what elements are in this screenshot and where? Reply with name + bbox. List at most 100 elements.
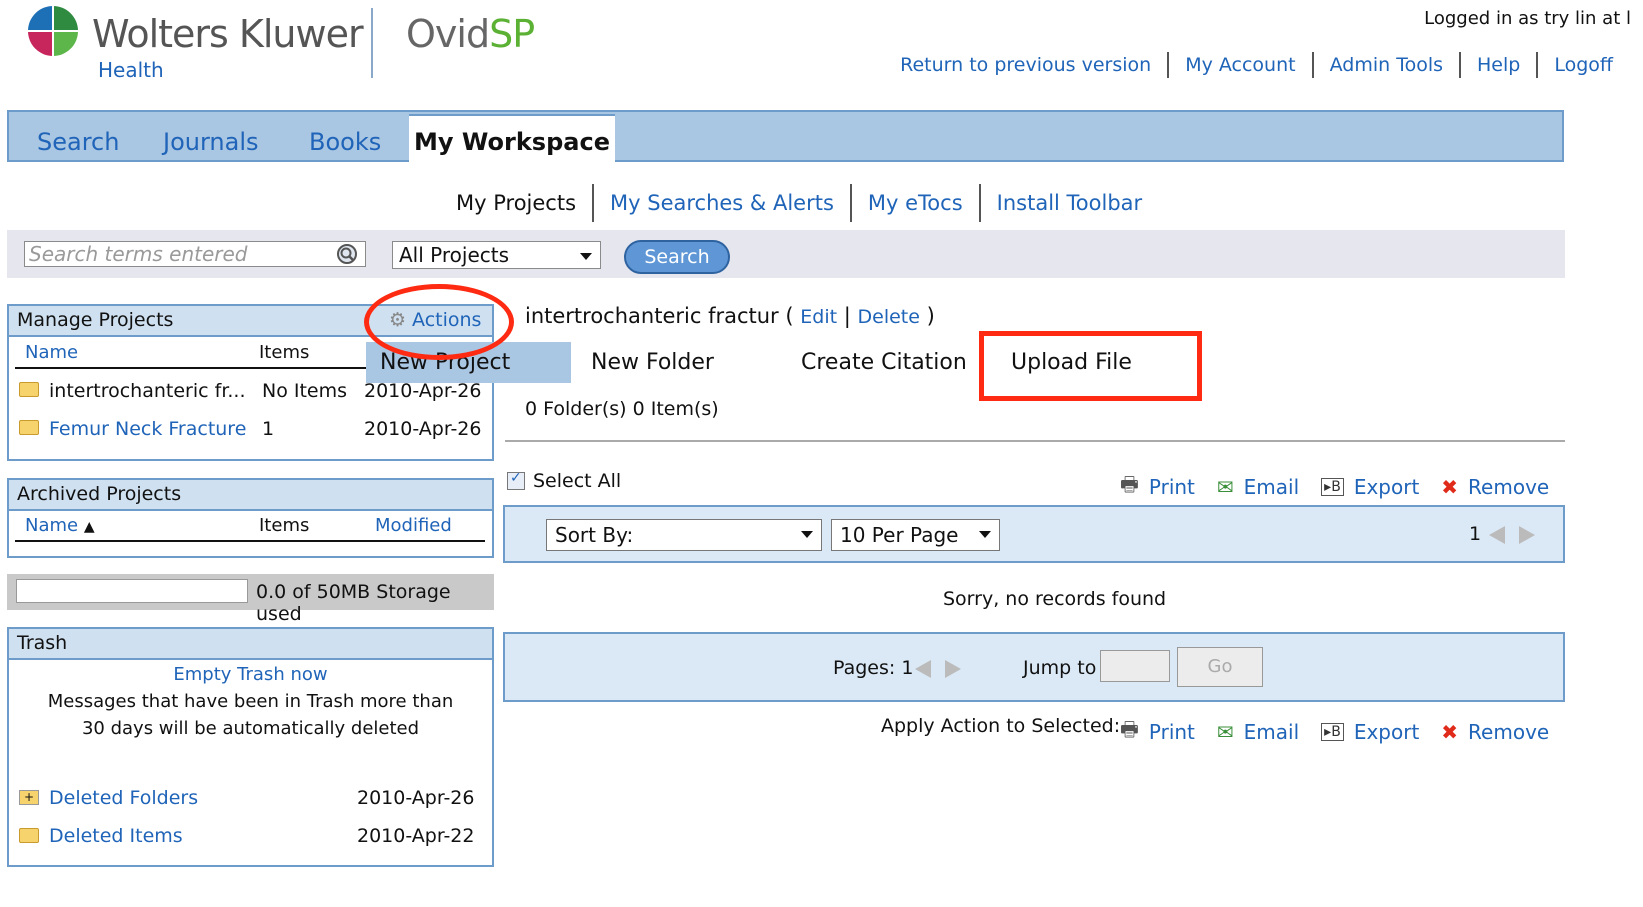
- next-page-icon[interactable]: [945, 660, 961, 682]
- menu-new-folder[interactable]: New Folder: [591, 350, 714, 375]
- archived-col-items: Items: [259, 515, 310, 536]
- page-number: 1: [1469, 523, 1482, 545]
- go-button[interactable]: Go: [1177, 647, 1263, 687]
- storage-bar: 0.0 of 50MB Storage used: [7, 574, 494, 625]
- delete-project-link[interactable]: Delete: [858, 306, 920, 328]
- remove-label: Remove: [1468, 475, 1550, 499]
- per-page-value: 10 Per Page: [840, 523, 959, 547]
- archived-col-modified[interactable]: Modified: [375, 515, 452, 536]
- bottom-action-toolbar: 🖶 Print ✉ Email ▸B Export ✖ Remove: [1120, 715, 1549, 749]
- logged-in-status: Logged in as try lin at l: [1424, 8, 1631, 29]
- remove-label: Remove: [1468, 720, 1550, 744]
- paren-close: ): [926, 304, 935, 328]
- edit-project-link[interactable]: Edit: [800, 306, 837, 328]
- sort-toolbar: Sort By: 10 Per Page 1: [503, 505, 1565, 563]
- workspace-subnav: My Projects My Searches & Alerts My eToc…: [440, 184, 1158, 222]
- print-button[interactable]: 🖶 Print: [1120, 715, 1195, 749]
- print-button[interactable]: 🖶 Print: [1120, 470, 1195, 504]
- export-label: Export: [1353, 720, 1420, 744]
- archived-projects-header: Archived Projects: [9, 480, 492, 511]
- project-row-date: 2010-Apr-26: [364, 418, 482, 440]
- email-icon: ✉: [1216, 720, 1234, 744]
- annotation-rectangle: [979, 331, 1202, 401]
- export-button[interactable]: ▸B Export: [1321, 470, 1419, 504]
- folder-icon: [19, 382, 39, 401]
- deleted-folders-link[interactable]: Deleted Folders: [49, 787, 198, 809]
- chevron-down-icon: [580, 253, 592, 260]
- remove-button[interactable]: ✖ Remove: [1441, 470, 1549, 504]
- sort-by-select[interactable]: Sort By:: [546, 519, 822, 551]
- tab-my-workspace[interactable]: My Workspace: [409, 114, 615, 168]
- header-divider: [371, 8, 373, 78]
- trash-header: Trash: [9, 629, 492, 660]
- printer-icon: 🖶: [1120, 472, 1139, 496]
- help-link[interactable]: Help: [1459, 52, 1536, 78]
- trash-message-line1: Messages that have been in Trash more th…: [47, 691, 454, 712]
- return-previous-version-link[interactable]: Return to previous version: [884, 52, 1167, 78]
- project-scope-value: All Projects: [399, 243, 509, 267]
- menu-create-citation[interactable]: Create Citation: [801, 350, 967, 375]
- trash-message-line2: 30 days will be automatically deleted: [81, 718, 420, 739]
- email-icon: ✉: [1216, 475, 1234, 499]
- per-page-select[interactable]: 10 Per Page: [831, 519, 1000, 551]
- remove-x-icon: ✖: [1441, 720, 1459, 744]
- tab-journals[interactable]: Journals: [163, 128, 259, 156]
- expand-plus-icon[interactable]: +: [19, 790, 39, 805]
- trash-title: Trash: [17, 632, 68, 654]
- chevron-down-icon: [979, 531, 991, 538]
- tab-books[interactable]: Books: [309, 128, 381, 156]
- col-items-header: Items: [259, 342, 310, 363]
- product-prefix: Ovid: [406, 12, 490, 56]
- project-row-name[interactable]: intertrochanteric fr...: [49, 380, 246, 402]
- wolters-kluwer-logo-icon: [28, 6, 78, 56]
- remove-x-icon: ✖: [1441, 475, 1459, 499]
- remove-button[interactable]: ✖ Remove: [1441, 715, 1549, 749]
- project-row-date: 2010-Apr-26: [364, 380, 482, 402]
- email-button[interactable]: ✉ Email: [1217, 715, 1299, 749]
- export-button[interactable]: ▸B Export: [1321, 715, 1419, 749]
- col-name-header[interactable]: Name: [25, 342, 78, 363]
- archived-col-name[interactable]: Name ▲: [25, 515, 95, 536]
- export-label: Export: [1353, 475, 1420, 499]
- header-links: Return to previous version My Account Ad…: [884, 52, 1629, 78]
- pages-label: Pages: 1: [833, 657, 914, 679]
- my-account-link[interactable]: My Account: [1167, 52, 1311, 78]
- archived-header-underline: [15, 540, 485, 542]
- prev-page-icon[interactable]: [915, 660, 931, 682]
- pager-bar: Pages: 1 Jump to: [503, 632, 1565, 702]
- logoff-link[interactable]: Logoff: [1536, 52, 1629, 78]
- sort-ascending-icon: ▲: [83, 519, 95, 535]
- storage-text: 0.0 of 50MB Storage used: [256, 581, 451, 625]
- trash-panel: Trash Empty Trash now Messages that have…: [7, 627, 494, 867]
- next-page-icon[interactable]: [1519, 526, 1535, 548]
- prev-page-icon[interactable]: [1489, 526, 1505, 548]
- project-title: intertrochanteric fractur: [525, 304, 779, 328]
- magnifier-icon[interactable]: [336, 243, 358, 265]
- search-input[interactable]: Search terms entered: [24, 241, 366, 267]
- subnav-my-searches-alerts[interactable]: My Searches & Alerts: [592, 184, 850, 222]
- select-all[interactable]: Select All: [507, 470, 621, 492]
- export-icon: ▸B: [1321, 723, 1344, 741]
- email-button[interactable]: ✉ Email: [1217, 470, 1299, 504]
- print-label: Print: [1148, 720, 1195, 744]
- search-button[interactable]: Search: [624, 240, 730, 274]
- subnav-install-toolbar[interactable]: Install Toolbar: [978, 184, 1159, 222]
- email-label: Email: [1243, 720, 1300, 744]
- export-icon: ▸B: [1321, 478, 1344, 496]
- select-all-checkbox[interactable]: [507, 470, 525, 490]
- empty-trash-link[interactable]: Empty Trash now: [9, 664, 492, 685]
- manage-projects-title: Manage Projects: [17, 309, 174, 331]
- subnav-my-projects[interactable]: My Projects: [440, 184, 592, 222]
- project-row-items: No Items: [262, 380, 348, 402]
- tab-search[interactable]: Search: [37, 128, 119, 156]
- deleted-items-link[interactable]: Deleted Items: [49, 825, 183, 847]
- jump-to-input[interactable]: [1100, 650, 1170, 682]
- admin-tools-link[interactable]: Admin Tools: [1311, 52, 1459, 78]
- storage-meter: [16, 579, 248, 603]
- deleted-items-date: 2010-Apr-22: [357, 825, 475, 847]
- project-scope-select[interactable]: All Projects: [392, 241, 601, 269]
- project-row-name[interactable]: Femur Neck Fracture: [49, 418, 246, 440]
- subnav-my-etocs[interactable]: My eTocs: [849, 184, 979, 222]
- sort-by-value: Sort By:: [555, 523, 634, 547]
- archived-projects-panel: Archived Projects Name ▲ Items Modified: [7, 478, 494, 558]
